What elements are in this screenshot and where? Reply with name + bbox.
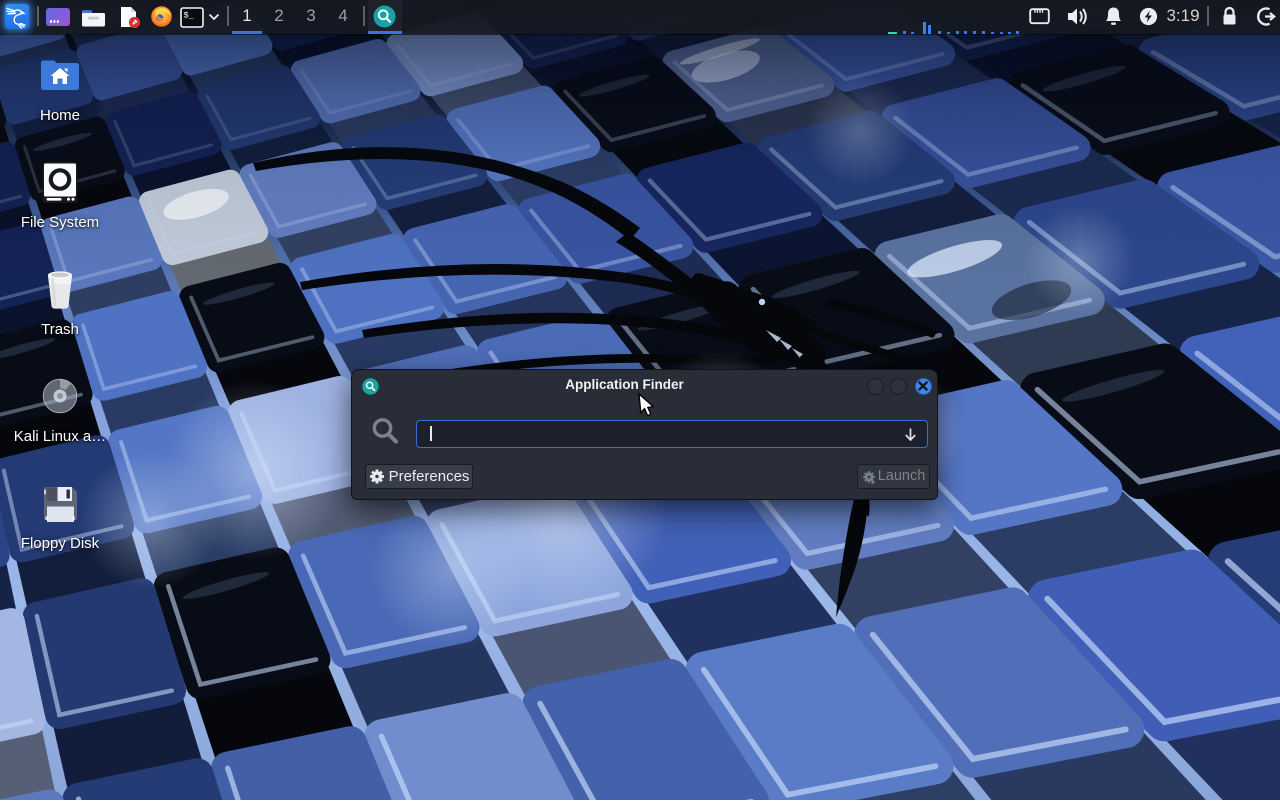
svg-text:$_: $_: [184, 11, 195, 21]
